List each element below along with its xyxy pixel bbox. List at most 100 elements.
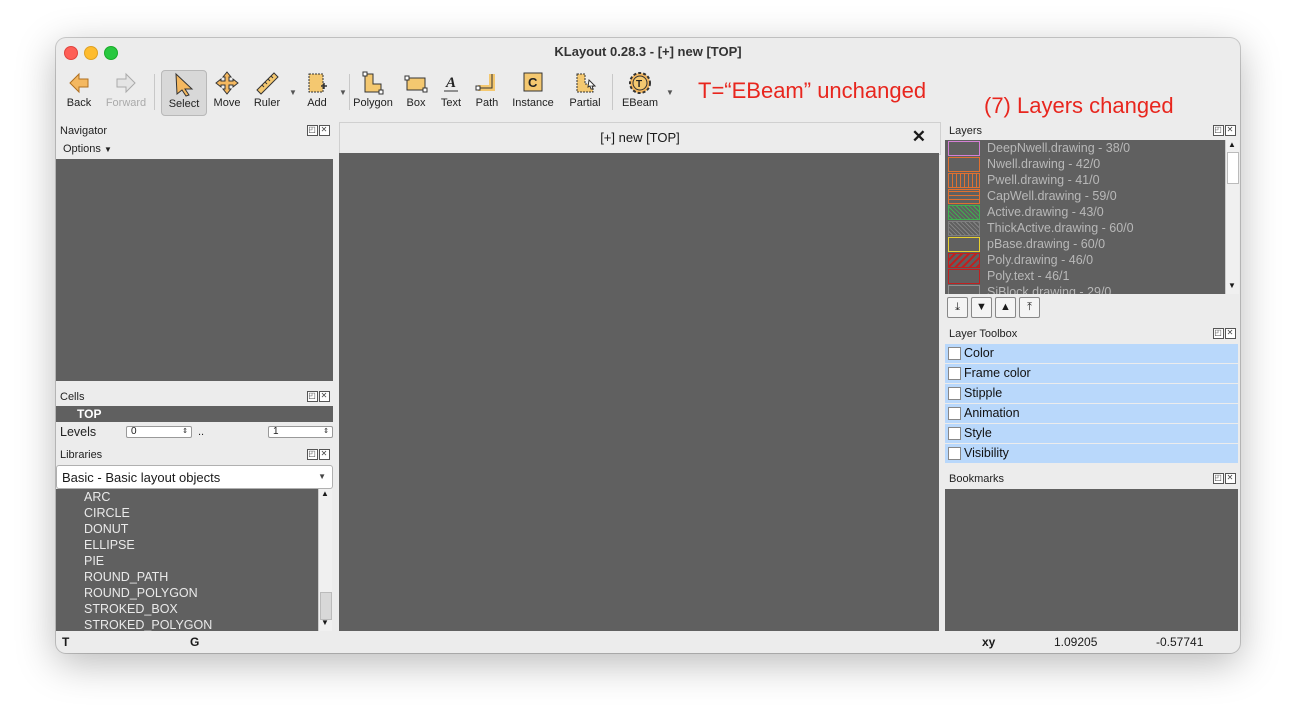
window-title: KLayout 0.28.3 - [+] new [TOP] [554,44,742,59]
move-layer-top-button[interactable]: ⤒ [1019,297,1040,318]
back-button[interactable]: Back [62,70,96,114]
list-item[interactable]: ROUND_PATH [84,570,168,584]
list-item[interactable]: ARC [84,490,110,504]
list-item[interactable]: STROKED_POLYGON [84,618,212,631]
app-window: KLayout 0.28.3 - [+] new [TOP] Back Forw… [56,38,1240,653]
scroll-up-icon[interactable]: ▲ [321,489,329,498]
ruler-dropdown-icon[interactable]: ▼ [289,88,297,97]
move-layer-down-button[interactable]: ▼ [971,297,992,318]
toolbox-animation[interactable]: Animation [945,404,1238,423]
toolbox-visibility[interactable]: Visibility [945,444,1238,463]
close-tab-icon[interactable]: ✕ [912,127,926,147]
toolbox-color[interactable]: Color [945,344,1238,363]
scroll-down-icon[interactable]: ▼ [1228,281,1236,290]
layers-dock-buttons[interactable]: ◰ ✕ [1212,124,1236,136]
scrollbar-thumb[interactable] [1227,152,1239,184]
navigator-options-menu[interactable]: Options ▼ [63,143,112,155]
scrollbar-thumb[interactable] [320,592,332,620]
layer-row[interactable]: SiBlock.drawing - 29/0 [945,284,1225,294]
list-item[interactable]: ELLIPSE [84,538,135,552]
layer-list-scrollbar[interactable]: ▲ ▼ [1225,140,1239,294]
layer-swatch [948,205,980,220]
expand-checkbox[interactable] [948,367,961,380]
layer-row[interactable]: Poly.text - 46/1 [945,268,1225,284]
layer-swatch [948,253,980,268]
expand-checkbox[interactable] [948,407,961,420]
toolbox-stipple[interactable]: Stipple [945,384,1238,403]
text-tool-button[interactable]: A Text [436,70,466,114]
partial-tool-button[interactable]: Partial [564,70,606,114]
bookmarks-list[interactable] [945,489,1238,631]
box-tool-button[interactable]: Box [400,70,432,114]
list-item[interactable]: PIE [84,554,104,568]
level-from-spinbox[interactable]: 0 ⇕ [126,426,192,438]
scroll-up-icon[interactable]: ▲ [1228,140,1236,149]
library-select[interactable]: Basic - Basic layout objects ▼ [56,465,333,489]
layer-name: CapWell.drawing - 59/0 [987,189,1117,203]
layer-row[interactable]: DeepNwell.drawing - 38/0 [945,140,1225,156]
ebeam-dropdown-icon[interactable]: ▼ [666,88,674,97]
expand-checkbox[interactable] [948,427,961,440]
forward-label: Forward [105,97,147,109]
ebeam-menu-button[interactable]: T EBeam [618,70,662,114]
toolbox-frame-color[interactable]: Frame color [945,364,1238,383]
library-scrollbar[interactable]: ▲ ▼ [318,489,332,631]
toolbar-separator [154,74,155,110]
layer-row[interactable]: Active.drawing - 43/0 [945,204,1225,220]
instance-tool-button[interactable]: C Instance [508,70,558,114]
move-layer-bottom-button[interactable]: ⤓ [947,297,968,318]
layer-row[interactable]: Pwell.drawing - 41/0 [945,172,1225,188]
layer-list[interactable]: DeepNwell.drawing - 38/0 Nwell.drawing -… [945,140,1225,294]
level-to-spinbox[interactable]: 1 ⇕ [268,426,333,438]
partial-label: Partial [569,97,601,109]
expand-checkbox[interactable] [948,347,961,360]
layer-row[interactable]: Poly.drawing - 46/0 [945,252,1225,268]
bookmarks-title: Bookmarks [949,473,1005,485]
layer-swatch [948,269,980,284]
title-bar: KLayout 0.28.3 - [+] new [TOP] [56,38,1240,66]
library-cell-list[interactable]: ARC CIRCLE DONUT ELLIPSE PIE ROUND_PATH … [56,489,318,631]
libraries-dock-buttons[interactable]: ◰ ✕ [306,448,330,460]
navigator-dock-buttons[interactable]: ◰ ✕ [306,124,330,136]
expand-checkbox[interactable] [948,387,961,400]
move-arrows-icon [215,71,239,95]
status-t: T [62,635,70,649]
list-item[interactable]: CIRCLE [84,506,130,520]
toolbox-label: Visibility [964,446,1009,460]
layer-toolbox-dock-buttons[interactable]: ◰ ✕ [1212,327,1236,339]
layer-row[interactable]: CapWell.drawing - 59/0 [945,188,1225,204]
layer-row[interactable]: Nwell.drawing - 42/0 [945,156,1225,172]
bookmarks-dock-buttons[interactable]: ◰ ✕ [1212,472,1236,484]
polygon-tool-button[interactable]: Polygon [352,70,394,114]
layer-name: pBase.drawing - 60/0 [987,237,1106,251]
ebeam-annotation: T=“EBeam” unchanged [698,78,927,103]
spin-arrows-icon: ⇕ [182,428,188,435]
add-tool-button[interactable]: Add [299,70,335,114]
navigator-view[interactable] [56,159,333,381]
cells-dock-buttons[interactable]: ◰ ✕ [306,390,330,402]
layout-canvas[interactable] [339,153,939,631]
layer-row[interactable]: pBase.drawing - 60/0 [945,236,1225,252]
forward-button[interactable]: Forward [104,70,148,114]
scroll-down-icon[interactable]: ▼ [321,618,329,627]
layout-tab[interactable]: [+] new [TOP] ✕ [339,122,941,155]
ruler-tool-button[interactable]: Ruler [249,70,285,114]
list-item[interactable]: STROKED_BOX [84,602,178,616]
move-tool-button[interactable]: Move [209,70,245,114]
level-to-value: 1 [273,426,279,437]
toolbar-separator [612,74,613,110]
list-item[interactable]: DONUT [84,522,128,536]
toolbox-style[interactable]: Style [945,424,1238,443]
add-dropdown-icon[interactable]: ▼ [339,88,347,97]
cell-top-item[interactable]: TOP [77,407,101,421]
polygon-icon [362,71,384,95]
path-icon [475,74,495,91]
move-layer-up-button[interactable]: ▲ [995,297,1016,318]
list-item[interactable]: ROUND_POLYGON [84,586,198,600]
path-tool-button[interactable]: Path [470,70,504,114]
select-tool-button[interactable]: Select [161,70,207,116]
layer-row[interactable]: ThickActive.drawing - 60/0 [945,220,1225,236]
toolbox-label: Frame color [964,366,1031,380]
expand-checkbox[interactable] [948,447,961,460]
layer-name: DeepNwell.drawing - 38/0 [987,141,1131,155]
